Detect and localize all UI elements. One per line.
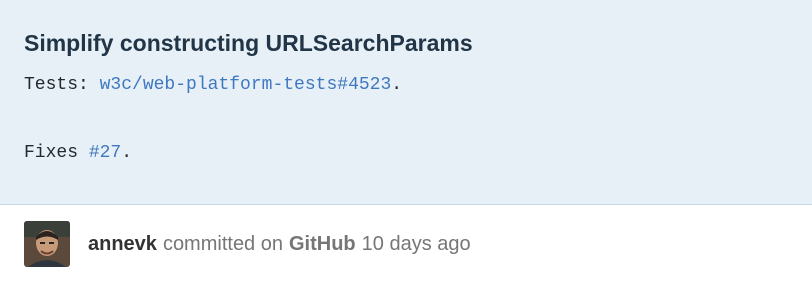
fixes-suffix: . bbox=[121, 143, 133, 163]
commit-title: Simplify constructing URLSearchParams bbox=[24, 30, 473, 56]
fixes-label: Fixes bbox=[24, 143, 89, 163]
platform-name: GitHub bbox=[289, 232, 356, 255]
committed-on-text: committed on bbox=[162, 232, 283, 255]
tests-label: Tests: bbox=[24, 75, 100, 95]
author-link[interactable]: annevk bbox=[88, 233, 157, 256]
commit-description: Tests: w3c/web-platform-tests#4523. Fixe… bbox=[24, 68, 788, 170]
relative-time: 10 days ago bbox=[361, 232, 471, 255]
fixes-issue-link[interactable]: #27 bbox=[89, 143, 121, 163]
user-avatar-icon bbox=[24, 221, 70, 267]
author-avatar[interactable] bbox=[24, 221, 70, 267]
commit-meta: annevk committed on GitHub 10 days ago bbox=[0, 205, 812, 267]
commit-message-box: Simplify constructing URLSearchParams Te… bbox=[0, 0, 812, 205]
tests-issue-link[interactable]: w3c/web-platform-tests#4523 bbox=[100, 75, 392, 95]
tests-suffix: . bbox=[391, 75, 403, 95]
